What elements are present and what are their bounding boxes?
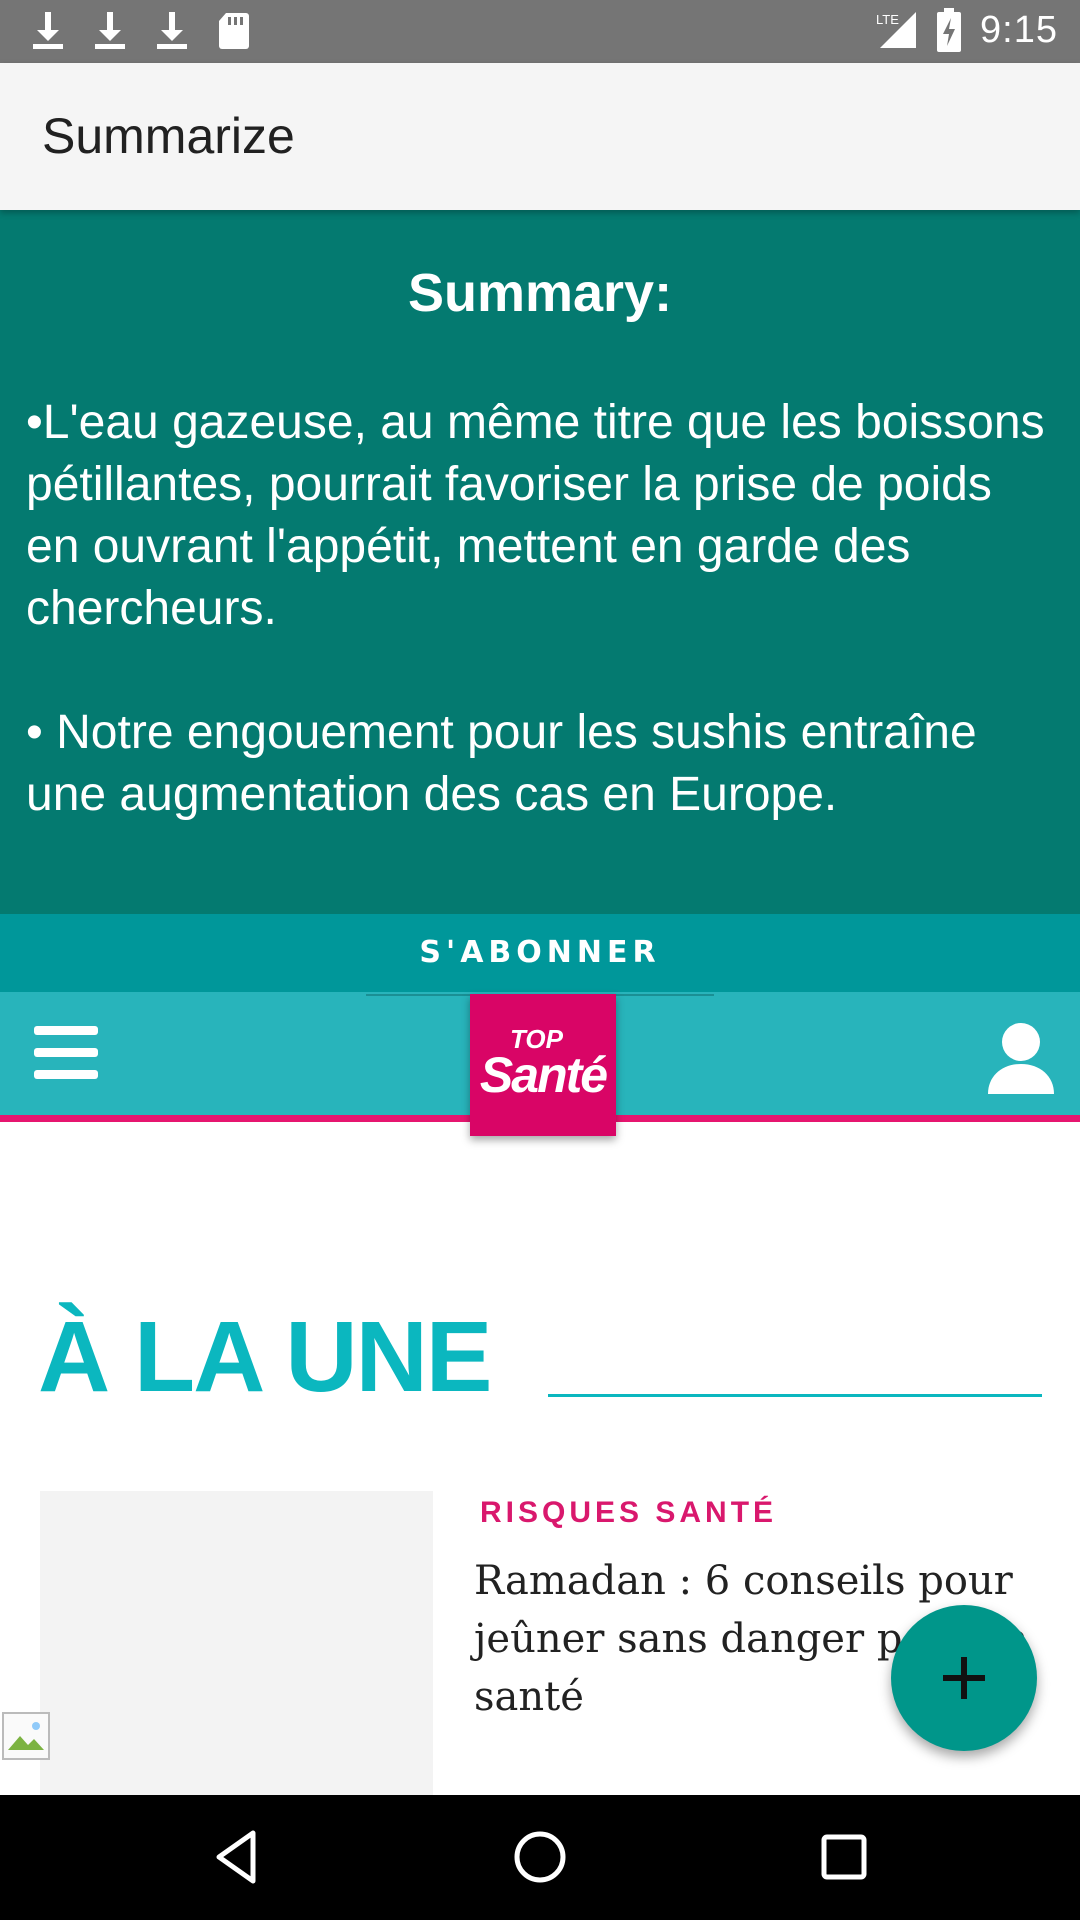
app-title: Summarize: [42, 108, 295, 164]
site-logo[interactable]: TOP Santé: [470, 994, 616, 1136]
broken-image-icon: [2, 1712, 50, 1760]
signal-icon: LTE: [876, 12, 917, 48]
add-fab-button[interactable]: [891, 1605, 1037, 1751]
summary-bullet: • Notre engouement pour les sushis entra…: [26, 706, 977, 821]
summary-bullet: •L'eau gazeuse, au même titre que les bo…: [26, 396, 1045, 635]
status-bar: LTE 9:15: [0, 0, 1080, 63]
subscribe-button[interactable]: S'ABONNER: [0, 914, 1080, 992]
network-label: LTE: [876, 12, 899, 27]
summary-text: •L'eau gazeuse, au même titre que les bo…: [26, 392, 1056, 888]
download-icon: [157, 12, 187, 49]
download-icon: [95, 12, 125, 49]
app-bar: Summarize: [0, 63, 1080, 210]
summary-heading: Summary:: [407, 263, 673, 323]
article-category[interactable]: RISQUES SANTÉ: [480, 1496, 777, 1530]
status-time: 9:15: [980, 8, 1058, 51]
notification-icons: [28, 10, 254, 52]
menu-icon[interactable]: [34, 1026, 98, 1080]
logo-brand-text: Santé: [479, 1047, 608, 1103]
download-icon: [33, 12, 63, 49]
section-divider: [548, 1394, 1042, 1397]
article-thumbnail[interactable]: [40, 1491, 433, 1795]
battery-charging-icon: [937, 8, 962, 52]
summary-panel: Summary: •L'eau gazeuse, au même titre q…: [0, 210, 1080, 914]
status-right: LTE 9:15: [874, 8, 1058, 52]
plus-icon: [943, 1657, 985, 1699]
home-icon[interactable]: [508, 1825, 572, 1889]
back-icon[interactable]: [205, 1825, 269, 1889]
user-icon[interactable]: [986, 1020, 1056, 1096]
recents-icon[interactable]: [812, 1825, 876, 1889]
system-nav-bar: [0, 1795, 1080, 1920]
section-title: À LA UNE: [38, 1301, 493, 1413]
sd-card-icon: [219, 13, 249, 49]
